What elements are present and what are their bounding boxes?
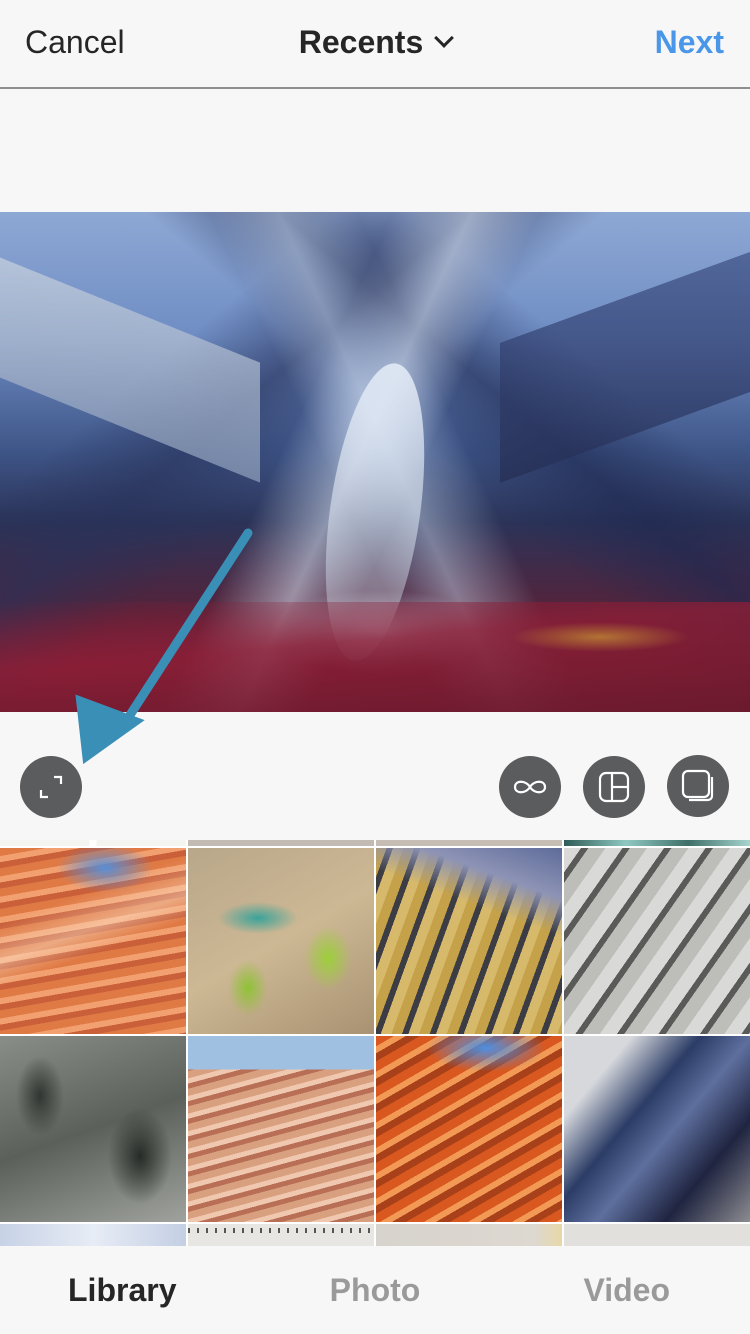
multiple-select-icon <box>681 769 714 802</box>
expand-icon <box>39 775 63 799</box>
preview-ridge-left <box>0 241 260 483</box>
grid-thumbnail[interactable] <box>188 1036 374 1222</box>
grid-thumbnail[interactable] <box>564 1036 750 1222</box>
boomerang-button[interactable] <box>499 756 561 818</box>
grid-thumbnail[interactable] <box>564 840 750 846</box>
mode-tab-bar: Library Photo Video <box>0 1246 750 1334</box>
album-title: Recents <box>298 24 424 60</box>
grid-thumbnail[interactable] <box>376 1036 562 1222</box>
tab-photo[interactable]: Photo <box>250 1246 500 1334</box>
photo-preview[interactable] <box>0 212 750 712</box>
grid-thumbnail[interactable] <box>564 848 750 1034</box>
tab-video[interactable]: Video <box>500 1246 750 1334</box>
select-multiple-button[interactable] <box>667 755 729 817</box>
tab-library[interactable]: Library <box>0 1246 250 1334</box>
grid-thumbnail[interactable] <box>188 1224 374 1246</box>
layout-button[interactable] <box>583 756 645 818</box>
expand-button[interactable] <box>20 756 82 818</box>
grid-thumbnail[interactable] <box>0 848 186 1034</box>
layout-icon <box>598 771 630 803</box>
grid-thumbnail[interactable] <box>188 840 374 846</box>
preview-tundra <box>0 602 750 712</box>
grid-thumbnail[interactable] <box>376 840 562 846</box>
grid-thumbnail[interactable] <box>564 1224 750 1246</box>
grid-thumbnail[interactable] <box>0 840 186 846</box>
grid-thumbnail[interactable] <box>0 1224 186 1246</box>
preview-gold-patch <box>510 622 690 652</box>
preview-ridge-right <box>500 241 750 483</box>
grid-thumbnail[interactable] <box>376 848 562 1034</box>
album-selector[interactable]: Recents <box>0 24 750 61</box>
grid-thumbnail[interactable] <box>188 848 374 1034</box>
infinity-icon <box>513 780 547 794</box>
header-bar: Cancel Recents Next <box>0 0 750 89</box>
grid-thumbnail[interactable] <box>0 1036 186 1222</box>
chevron-down-icon <box>434 28 455 48</box>
grid-thumbnail[interactable] <box>376 1224 562 1246</box>
next-button[interactable]: Next <box>655 24 724 61</box>
photo-grid <box>0 840 750 1246</box>
